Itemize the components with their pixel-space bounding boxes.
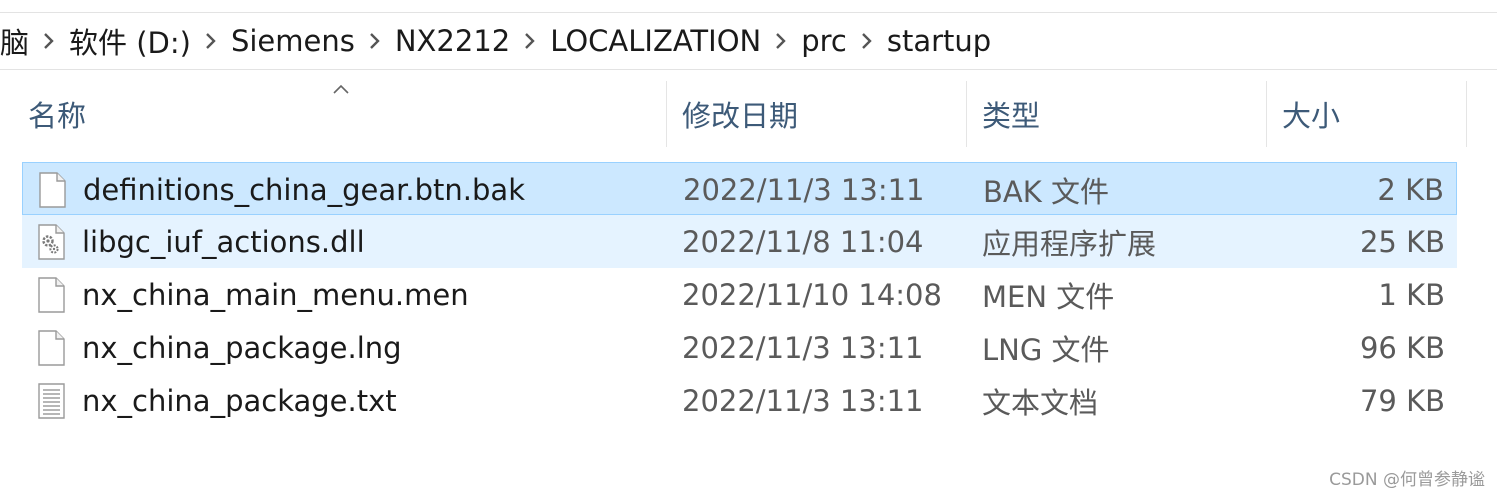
- chevron-right-icon[interactable]: [763, 13, 799, 69]
- file-row[interactable]: nx_china_package.lng 2022/11/3 13:11 LNG…: [22, 321, 1457, 374]
- breadcrumb-item-startup[interactable]: startup: [885, 24, 993, 58]
- column-type-header[interactable]: 类型: [982, 81, 1040, 147]
- breadcrumb-item-siemens[interactable]: Siemens: [229, 24, 357, 58]
- breadcrumb: 脑 软件 (D:) Siemens NX2212 LOCALIZATION pr…: [0, 13, 993, 69]
- column-size-header[interactable]: 大小: [1282, 81, 1340, 147]
- file-date: 2022/11/3 13:11: [683, 172, 925, 207]
- file-size: 1 KB: [1378, 277, 1445, 312]
- file-size: 79 KB: [1359, 383, 1445, 418]
- breadcrumb-item-drive[interactable]: 软件 (D:): [67, 20, 193, 62]
- file-name: libgc_iuf_actions.dll: [82, 224, 365, 259]
- file-date: 2022/11/3 13:11: [682, 330, 924, 365]
- file-type: MEN 文件: [982, 279, 1115, 314]
- file-row[interactable]: nx_china_package.txt 2022/11/3 13:11 文本文…: [22, 374, 1457, 427]
- chevron-right-icon[interactable]: [31, 13, 67, 69]
- sort-ascending-icon: [331, 81, 351, 100]
- breadcrumb-item-localization[interactable]: LOCALIZATION: [548, 24, 763, 58]
- column-divider[interactable]: [966, 81, 967, 147]
- file-name: nx_china_main_menu.men: [82, 277, 469, 312]
- file-size: 96 KB: [1359, 330, 1445, 365]
- file-type: 文本文档: [982, 385, 1099, 420]
- file-row[interactable]: nx_china_main_menu.men 2022/11/10 14:08 …: [22, 268, 1457, 321]
- column-divider[interactable]: [1266, 81, 1267, 147]
- chevron-right-icon[interactable]: [193, 13, 229, 69]
- file-type: LNG 文件: [982, 332, 1110, 367]
- blank-file-icon: [37, 163, 67, 216]
- text-file-icon: [36, 374, 66, 427]
- chevron-right-icon[interactable]: [512, 13, 548, 69]
- blank-file-icon: [36, 321, 66, 374]
- file-name: definitions_china_gear.btn.bak: [83, 172, 525, 207]
- chevron-right-icon[interactable]: [357, 13, 393, 69]
- file-size: 2 KB: [1377, 172, 1444, 207]
- file-date: 2022/11/3 13:11: [682, 383, 924, 418]
- blank-file-icon: [36, 268, 66, 321]
- file-size: 25 KB: [1359, 224, 1445, 259]
- column-date-header[interactable]: 修改日期: [682, 81, 798, 147]
- breadcrumb-item-nx2212[interactable]: NX2212: [393, 24, 512, 58]
- breadcrumb-item-prc[interactable]: prc: [799, 24, 849, 58]
- breadcrumb-item-computer[interactable]: 脑: [0, 20, 31, 62]
- file-name: nx_china_package.txt: [82, 383, 397, 418]
- column-header: 名称 修改日期 类型 大小: [0, 81, 1497, 147]
- file-row[interactable]: libgc_iuf_actions.dll 2022/11/8 11:04 应用…: [22, 215, 1457, 268]
- chevron-right-icon[interactable]: [849, 13, 885, 69]
- file-type: 应用程序扩展: [982, 226, 1157, 261]
- file-type: BAK 文件: [983, 174, 1109, 209]
- file-date: 2022/11/8 11:04: [682, 224, 924, 259]
- address-bar[interactable]: 脑 软件 (D:) Siemens NX2212 LOCALIZATION pr…: [0, 12, 1497, 70]
- column-divider[interactable]: [1466, 81, 1467, 147]
- file-date: 2022/11/10 14:08: [682, 277, 942, 312]
- column-name-header[interactable]: 名称: [28, 81, 86, 147]
- dll-gear-file-icon: [36, 215, 66, 268]
- file-name: nx_china_package.lng: [82, 330, 402, 365]
- file-row[interactable]: definitions_china_gear.btn.bak 2022/11/3…: [22, 162, 1457, 215]
- file-list: definitions_china_gear.btn.bak 2022/11/3…: [22, 162, 1457, 427]
- column-divider[interactable]: [666, 81, 667, 147]
- watermark: CSDN @何曾参静谧: [1329, 470, 1485, 490]
